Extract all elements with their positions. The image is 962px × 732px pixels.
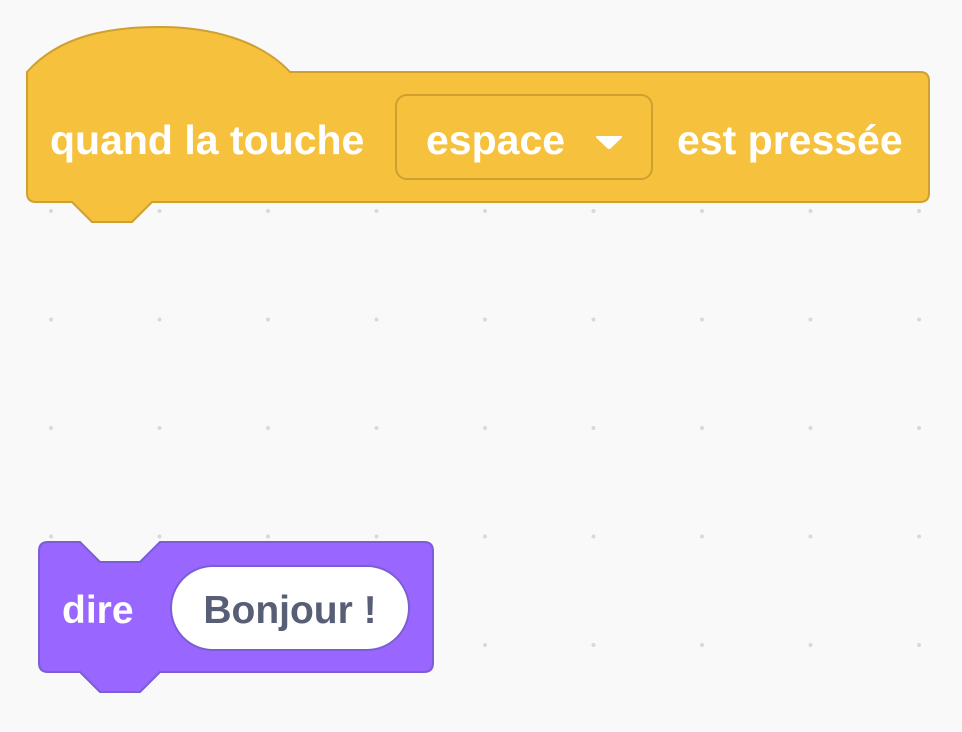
say-block-shape[interactable] [0,0,962,732]
code-workspace[interactable]: quand la touche espace est pressée dire … [0,0,962,732]
say-message-value: Bonjour ! [203,589,377,632]
say-block-container: dire Bonjour ! [0,0,962,732]
say-block-label: dire [62,589,134,632]
say-message-input[interactable]: Bonjour ! [170,565,410,651]
